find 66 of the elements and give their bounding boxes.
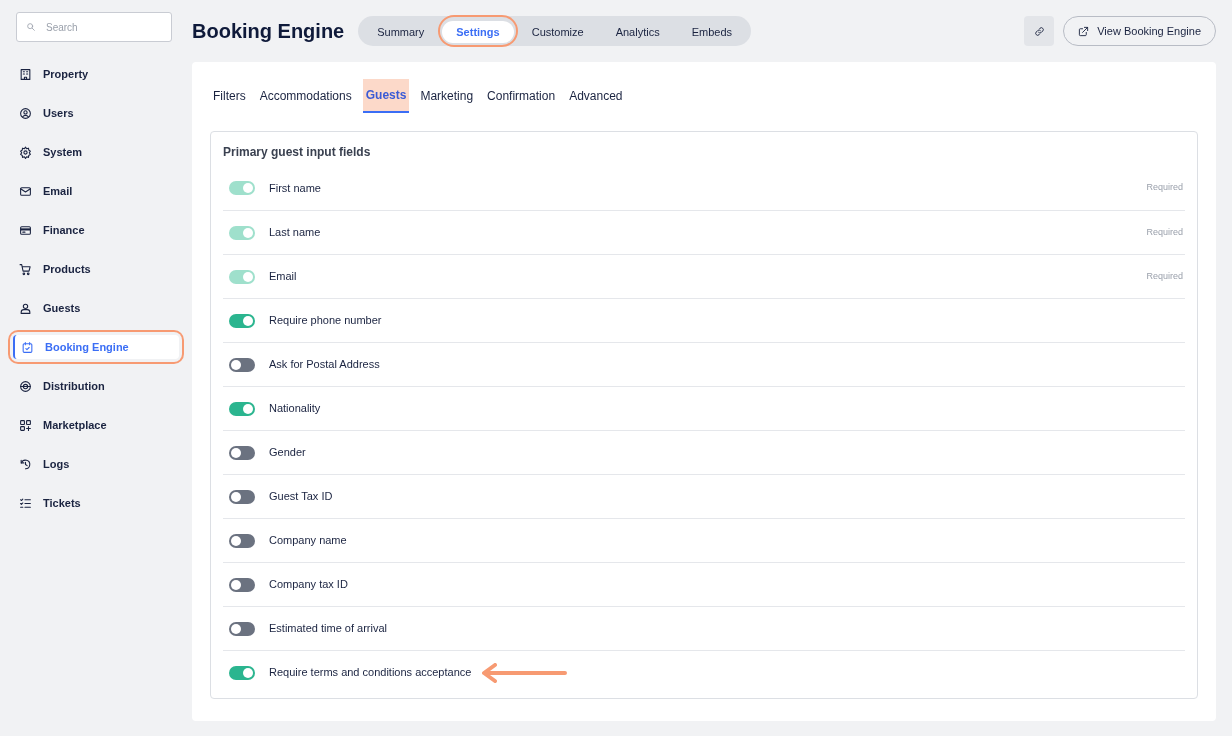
section-title: Primary guest input fields [223,144,372,161]
tab[interactable]: Summary [363,21,439,44]
sidebar-item[interactable]: Booking Engine [13,335,179,359]
search-icon [26,22,36,32]
tab[interactable]: Embeds [677,21,747,44]
sub-tab[interactable]: Filters [210,79,249,113]
sidebar-item[interactable]: Property [13,62,179,86]
sidebar-item[interactable]: Logs [13,452,179,476]
toggle-switch[interactable] [229,665,255,680]
history-icon [19,457,32,471]
field-label: Require terms and conditions acceptance [269,665,472,681]
sub-tab[interactable]: Guests [362,79,410,113]
field-label: Gender [269,445,306,461]
toggle-switch[interactable] [229,445,255,460]
field-label: Last name [269,225,321,241]
required-note: Required [1146,225,1184,239]
user-icon [19,106,32,120]
tab[interactable]: Customize [517,21,598,44]
field-label: Email [269,269,297,285]
calendar-check-icon [21,340,34,354]
credit-card-icon [19,223,32,237]
toggle-switch[interactable] [229,357,255,372]
sidebar-item[interactable]: Guests [13,296,179,320]
field-label: Nationality [269,401,321,417]
field-label: Company name [269,533,347,549]
required-note: Required [1146,269,1184,283]
settings-icon [19,145,32,159]
field-label: Estimated time of arrival [269,621,387,637]
field-label: Company tax ID [269,577,348,593]
mail-icon [19,184,32,198]
external-link-icon [1078,25,1090,37]
grid-plus-icon [19,418,32,432]
toggle-switch[interactable] [229,577,255,592]
link-button[interactable] [1024,16,1055,46]
toggle-switch[interactable] [229,401,255,416]
tab[interactable]: Analytics [601,21,674,44]
sidebar-item[interactable]: Users [13,101,179,125]
person-icon [19,301,32,315]
toggle-switch[interactable] [229,313,255,328]
sidebar-item[interactable]: Marketplace [13,413,179,437]
sidebar-item[interactable]: Finance [13,218,179,242]
sidebar-item[interactable]: Tickets [13,491,179,515]
globe-icon [19,379,32,393]
field-label: Guest Tax ID [269,489,333,505]
sub-tab[interactable]: Advanced [566,79,626,113]
page-title: Booking Engine [192,19,345,44]
field-label: First name [269,180,321,196]
field-label: Ask for Postal Address [269,357,380,373]
sub-tab[interactable]: Marketing [417,79,477,113]
sub-tab[interactable]: Accommodations [256,79,355,113]
required-note: Required [1146,181,1184,195]
sidebar-item[interactable]: Email [13,179,179,203]
toggle-switch[interactable] [229,621,255,636]
building-icon [19,67,32,81]
checklist-icon [19,496,32,510]
sub-tab[interactable]: Confirmation [484,79,559,113]
toggle-switch[interactable] [229,489,255,504]
sidebar-item[interactable]: Products [13,257,179,281]
sidebar-item[interactable]: System [13,140,179,164]
field-label: Require phone number [269,313,382,329]
link-icon [1033,25,1045,37]
search-field[interactable]: Search [16,12,172,42]
tab[interactable]: Settings [442,21,514,44]
sidebar-item[interactable]: Distribution [13,374,179,398]
toggle-switch[interactable] [229,533,255,548]
cart-icon [19,262,32,276]
